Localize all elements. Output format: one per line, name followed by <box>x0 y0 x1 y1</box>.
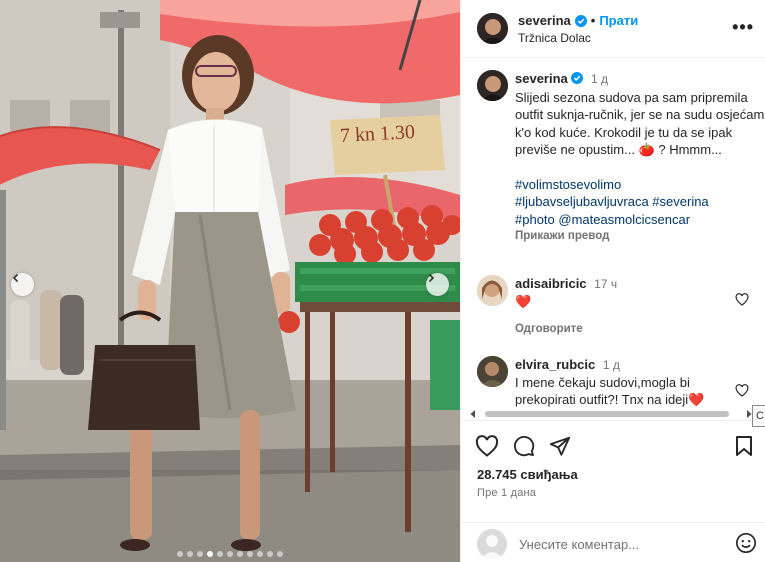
scroll-left-arrow-icon[interactable] <box>469 409 477 419</box>
carousel-next-button[interactable] <box>426 273 449 296</box>
chevron-right-icon <box>428 273 435 283</box>
comment-body: adisaibricic 17 ч ❤️ Одговорите <box>515 275 730 338</box>
carousel-dot <box>177 551 183 557</box>
user-avatar-icon <box>477 529 507 559</box>
carousel-dot <box>237 551 243 557</box>
carousel-dot <box>257 551 263 557</box>
carousel-dot <box>207 551 213 557</box>
author-avatar-image <box>477 13 508 44</box>
heart-icon <box>475 435 499 457</box>
carousel-dot <box>247 551 253 557</box>
add-comment-bar <box>461 522 765 562</box>
emoji-button[interactable] <box>735 532 757 557</box>
follow-button[interactable]: Прати <box>599 13 638 28</box>
commenter-avatar[interactable] <box>477 275 508 306</box>
price-sign-line1: 7 kn 1.30 <box>339 121 416 147</box>
carousel-dot <box>267 551 273 557</box>
share-icon <box>549 436 571 456</box>
caption-avatar[interactable] <box>477 70 508 101</box>
heart-icon <box>735 384 749 397</box>
caption-text: Slijedi sezona sudova pa sam pripremila … <box>515 89 765 158</box>
current-user-avatar <box>477 529 507 559</box>
caption-hashtag-line-1[interactable]: #volimstosevolimo <box>515 176 765 194</box>
comment-body: elvira_rubcic 1 д I mene čekaju sudovi,m… <box>515 356 730 408</box>
post-photo[interactable]: 7 kn 1.30 <box>0 0 460 562</box>
post-details-panel: severina • Прати Tržnica Dolac ••• sever… <box>460 0 765 562</box>
comment-text: ❤️ <box>515 294 532 309</box>
emoji-icon <box>736 533 756 553</box>
carousel-dot <box>187 551 193 557</box>
heart-icon <box>735 293 749 306</box>
commenter-avatar-image <box>477 275 508 306</box>
comment-username[interactable]: elvira_rubcic <box>515 357 595 372</box>
comment-text: I mene čekaju sudovi,mogla bi prekopirat… <box>515 375 705 407</box>
caption-hashtag-line-2[interactable]: #ljubavseljubavljuvraca #severina <box>515 193 765 211</box>
comment-input[interactable] <box>519 534 719 554</box>
scrollbar-thumb[interactable] <box>485 411 729 417</box>
post-header: severina • Прати Tržnica Dolac ••• <box>461 0 765 58</box>
commenter-avatar-image <box>477 356 508 387</box>
comments-list[interactable]: severina 1 д Slijedi sezona sudova pa sa… <box>461 58 765 418</box>
comment-time[interactable]: 1 д <box>603 358 620 372</box>
caption-username[interactable]: severina <box>515 71 568 86</box>
caption-hashtag-line-3[interactable]: #photo @mateasmolcicsencar <box>515 211 765 229</box>
caption-avatar-image <box>477 70 508 101</box>
post-location[interactable]: Tržnica Dolac <box>518 31 591 45</box>
comment-icon <box>514 436 535 457</box>
action-icons-row <box>475 435 571 460</box>
more-options-button[interactable]: ••• <box>732 17 754 38</box>
edge-tooltip: С <box>752 405 765 427</box>
save-button[interactable] <box>734 435 754 460</box>
author-username[interactable]: severina <box>518 13 571 28</box>
likes-count[interactable]: 28.745 свиђања <box>477 467 578 482</box>
photo-scene <box>0 0 460 562</box>
like-button[interactable] <box>475 435 499 460</box>
posted-time[interactable]: Пре 1 дана <box>477 487 536 499</box>
carousel-dot <box>227 551 233 557</box>
carousel-dots <box>0 551 460 557</box>
reply-button[interactable]: Одговорите <box>515 321 730 338</box>
caption-body: severina 1 д Slijedi sezona sudova pa sa… <box>515 70 765 246</box>
chevron-left-icon <box>12 273 19 283</box>
comment-like-button[interactable] <box>735 384 749 400</box>
author-avatar[interactable] <box>477 13 508 44</box>
carousel-dot <box>197 551 203 557</box>
post-actions: 28.745 свиђања Пре 1 дана <box>461 420 765 516</box>
commenter-avatar[interactable] <box>477 356 508 387</box>
see-translation-link[interactable]: Прикажи превод <box>515 228 765 246</box>
more-icon: ••• <box>732 17 754 37</box>
share-button[interactable] <box>549 435 571 460</box>
caption-time[interactable]: 1 д <box>591 72 608 86</box>
verified-icon <box>574 14 587 27</box>
separator-dot: • <box>590 13 596 28</box>
horizontal-scrollbar[interactable] <box>469 408 759 418</box>
carousel-prev-button[interactable] <box>11 273 34 296</box>
bookmark-icon <box>736 436 752 456</box>
price-sign-text: 7 kn 1.30 <box>339 121 415 148</box>
comment-username[interactable]: adisaibricic <box>515 276 587 291</box>
comment-time[interactable]: 17 ч <box>594 277 617 291</box>
comment-like-button[interactable] <box>735 293 749 309</box>
verified-icon <box>571 72 584 84</box>
carousel-dot <box>217 551 223 557</box>
carousel-dot <box>277 551 283 557</box>
author-line: severina • Прати <box>518 13 638 28</box>
comment-button[interactable] <box>513 435 535 460</box>
